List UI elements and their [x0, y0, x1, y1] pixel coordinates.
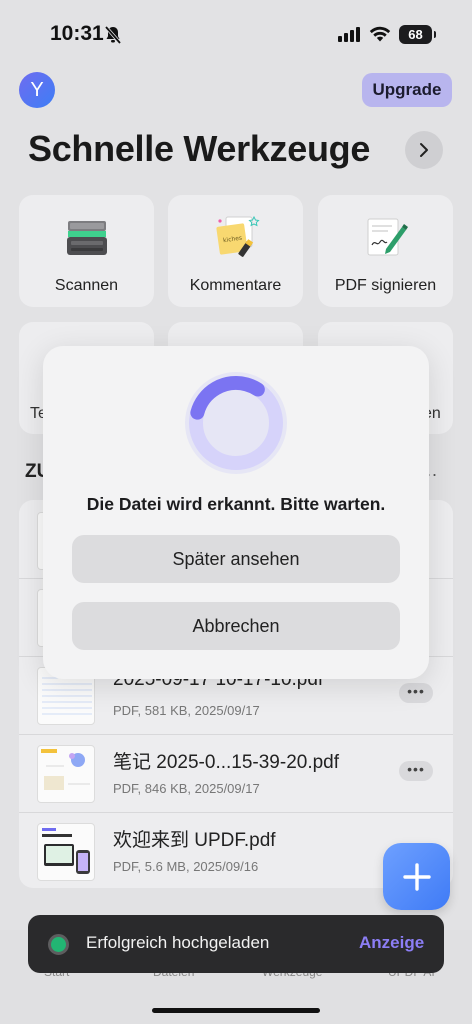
cancel-button[interactable]: Abbrechen [72, 602, 400, 650]
recognition-dialog: Die Datei wird erkannt. Bitte warten. Sp… [43, 346, 429, 679]
dialog-message: Die Datei wird erkannt. Bitte warten. [86, 494, 386, 514]
progress-ring [185, 372, 287, 474]
view-later-button[interactable]: Später ansehen [72, 535, 400, 583]
app-screen: 10:31 68 Y Upgrade Schnelle Werkzeuge Sc… [0, 0, 472, 1024]
